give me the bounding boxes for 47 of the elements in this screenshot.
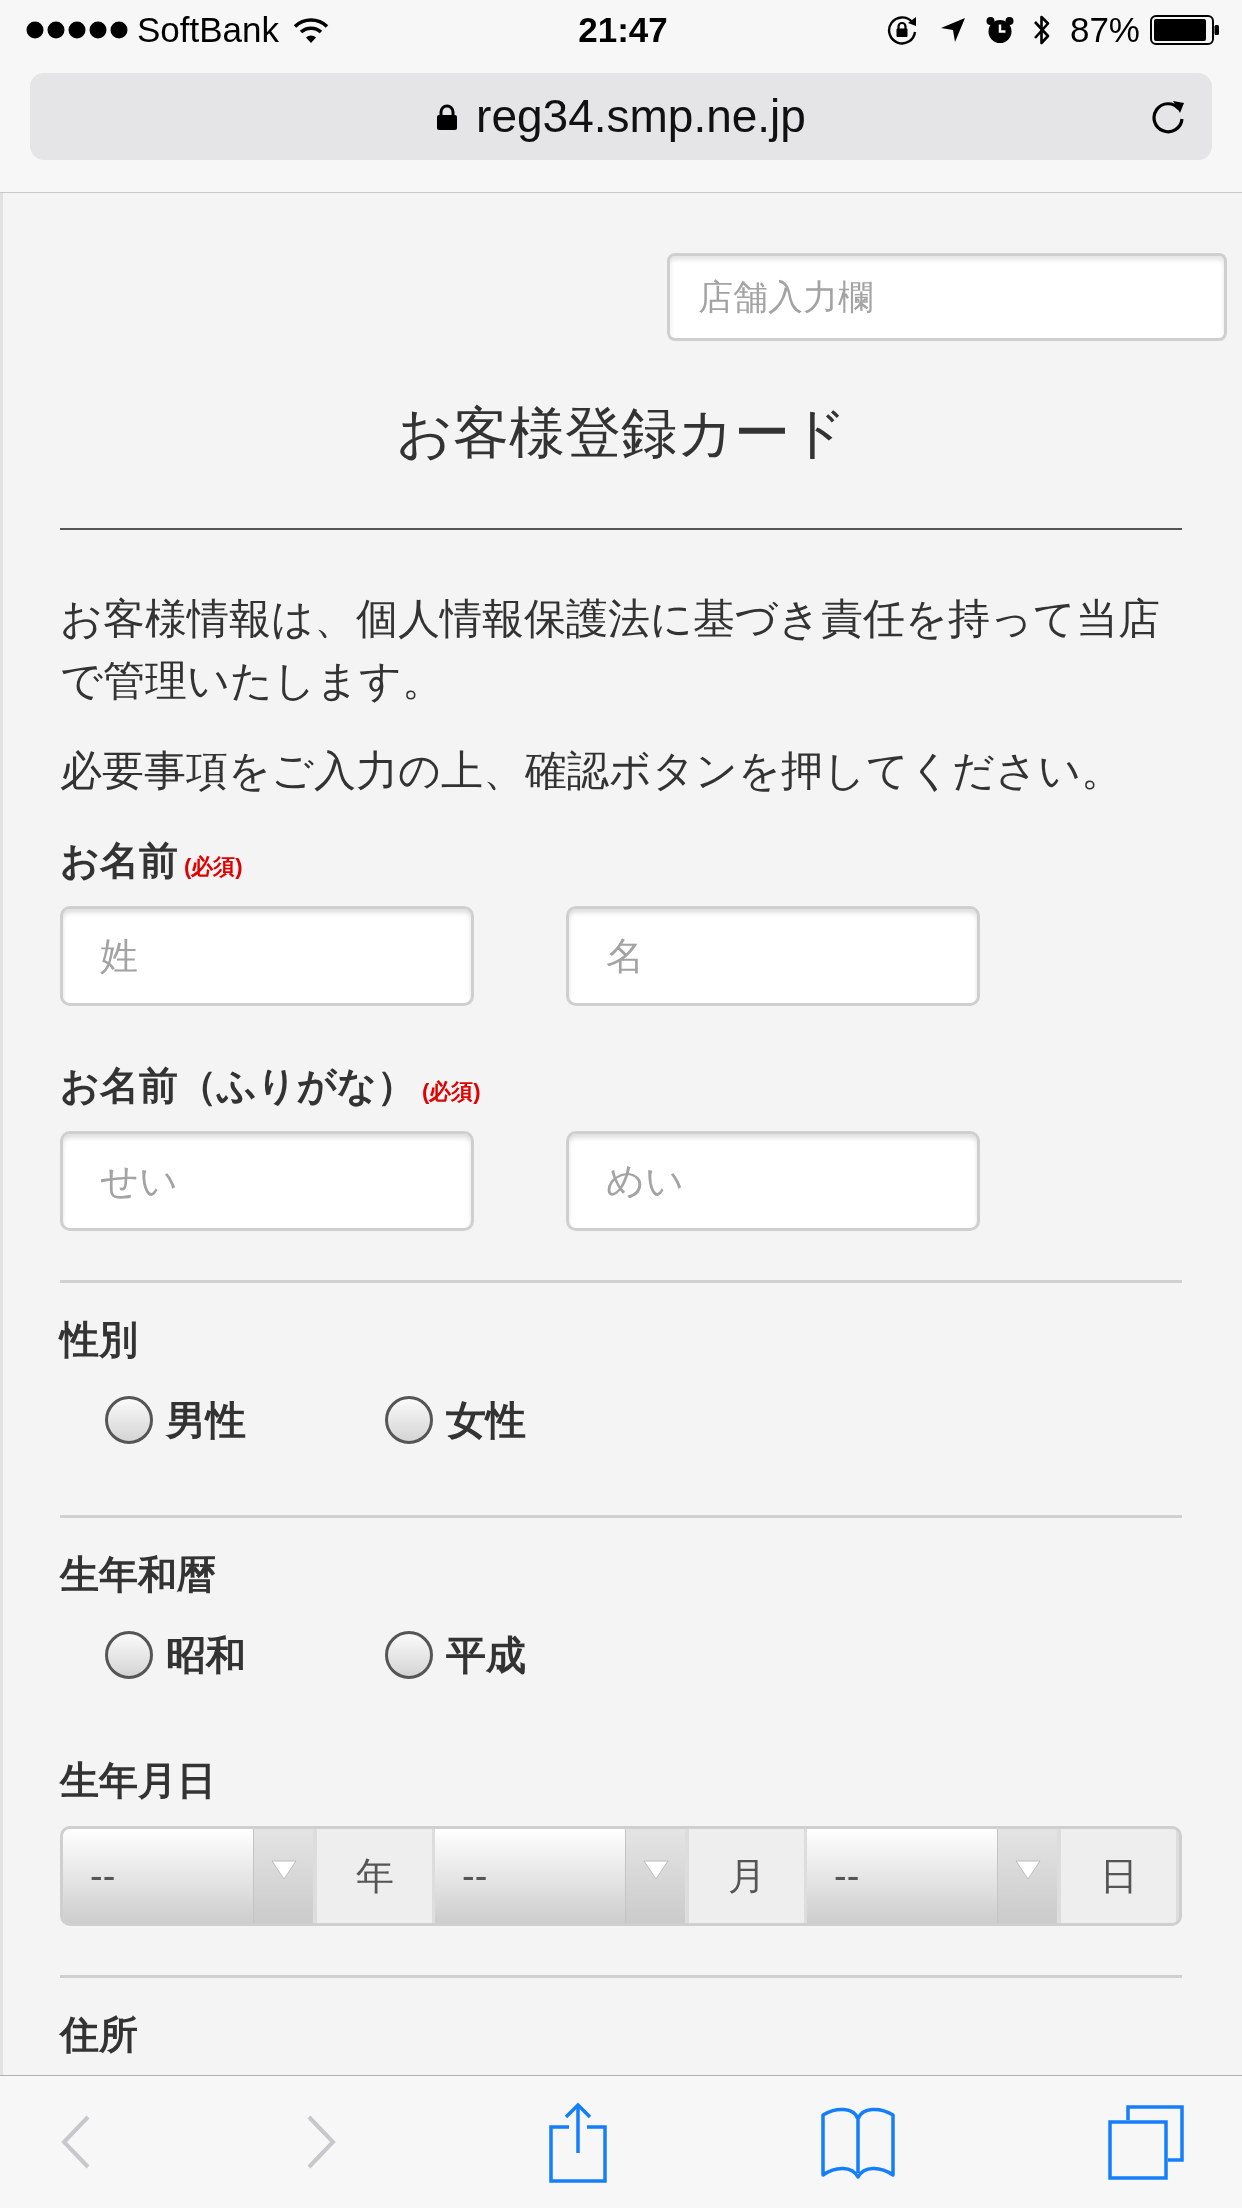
option-label: 女性 <box>446 1397 526 1444</box>
store-input-field[interactable]: 店舗入力欄 <box>667 253 1227 341</box>
radio-button[interactable] <box>385 1396 433 1444</box>
text-input-field[interactable]: せい <box>60 1131 474 1231</box>
alarm-clock-icon <box>985 16 1014 44</box>
intro-text: お客様情報は、個人情報保護法に基づき責任を持って当店で管理いたします。 <box>60 594 1161 706</box>
field-label: 生年月日 <box>60 1758 216 1804</box>
option-label: 昭和 <box>166 1632 246 1679</box>
clock-time: 21:47 <box>578 8 668 51</box>
battery-percent: 87% <box>1069 8 1140 51</box>
share-icon[interactable] <box>549 2101 607 2183</box>
radio-button[interactable] <box>105 1396 153 1444</box>
location-arrow-icon <box>939 17 966 43</box>
text-input-field[interactable]: 姓 <box>60 906 474 1006</box>
dropdown-arrow-icon <box>1014 1860 1041 1880</box>
unit-label: 日 <box>1061 1829 1176 1923</box>
battery-icon <box>1150 15 1220 45</box>
dropdown-arrow-icon <box>642 1860 669 1880</box>
page-title: お客様登録カード <box>394 400 848 466</box>
dropdown-select[interactable]: -- <box>63 1829 314 1923</box>
text-input-field[interactable]: めい <box>566 1131 980 1231</box>
signal-icon <box>26 21 129 39</box>
field-label: お名前 <box>60 838 178 884</box>
option-label: 平成 <box>446 1632 526 1679</box>
option-label: 男性 <box>166 1397 246 1444</box>
tabs-icon[interactable] <box>1108 2104 1184 2180</box>
required-note: (必須) <box>184 853 243 881</box>
unit-label: 月 <box>689 1829 804 1923</box>
lock-icon <box>436 102 459 131</box>
radio-button[interactable] <box>385 1631 433 1679</box>
carrier-name: SoftBank <box>137 8 280 51</box>
unit-label: 年 <box>317 1829 432 1923</box>
dropdown-arrow-icon <box>270 1860 297 1880</box>
bluetooth-icon <box>1031 13 1052 47</box>
radio-button[interactable] <box>105 1631 153 1679</box>
book-icon[interactable] <box>819 2105 896 2179</box>
dropdown-select[interactable]: -- <box>807 1829 1058 1923</box>
dropdown-select[interactable]: -- <box>435 1829 686 1923</box>
wifi-icon <box>293 16 330 44</box>
required-note: (必須) <box>422 1078 481 1106</box>
field-label: お名前（ふりがな） <box>60 1063 416 1109</box>
intro-text: 必要事項をご入力の上、確認ボタンを押してください。 <box>60 746 1124 796</box>
field-label: 住所 <box>60 2012 138 2058</box>
field-label: 性別 <box>60 1317 138 1363</box>
rotation-lock-icon <box>885 14 918 46</box>
field-label: 生年和暦 <box>60 1552 216 1598</box>
text-input-field[interactable]: 名 <box>566 906 980 1006</box>
